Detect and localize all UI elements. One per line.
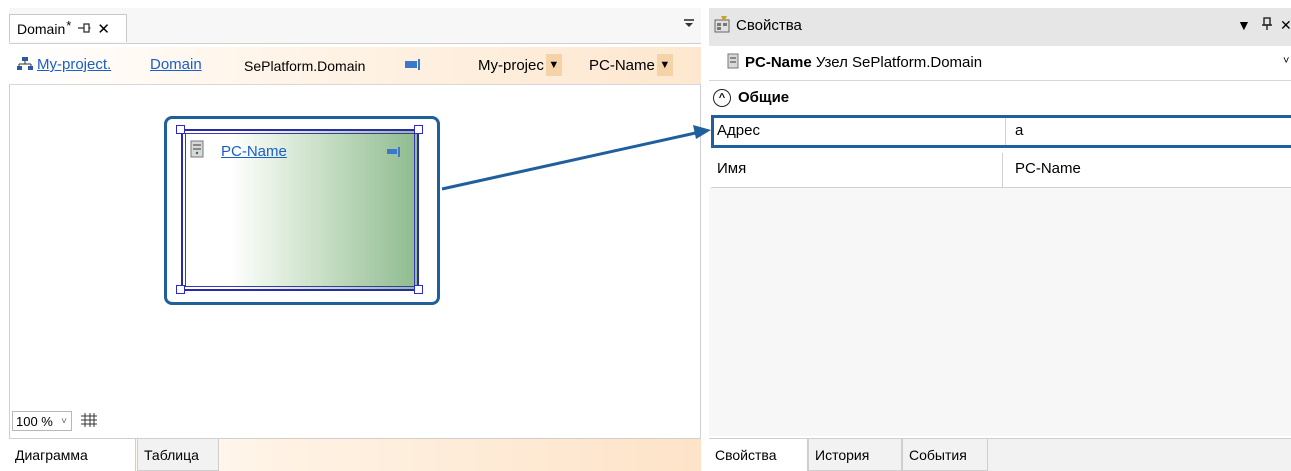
project-combo-value: My-projec — [478, 56, 544, 74]
dropdown-icon[interactable]: ▼ — [1237, 17, 1251, 33]
diagram-document-panel: Domain * ✕ My-project. Domain SePlatform… — [0, 0, 708, 471]
property-row-address[interactable]: Адрес a — [711, 115, 1291, 148]
server-icon — [727, 53, 739, 72]
close-icon[interactable]: ✕ — [1280, 17, 1291, 34]
resize-handle[interactable] — [414, 285, 423, 294]
properties-empty-area — [709, 188, 1291, 436]
domain-type-icon — [404, 58, 422, 75]
unsaved-indicator: * — [66, 18, 72, 33]
node-combo-value: PC-Name — [589, 56, 655, 74]
chevron-down-icon[interactable]: ▼ — [656, 54, 673, 76]
breadcrumb-domain-link[interactable]: Domain — [150, 56, 202, 73]
node-type-icon — [386, 145, 402, 161]
tab-diagram[interactable]: Диаграмма — [9, 439, 136, 471]
panel-splitter[interactable] — [701, 0, 709, 470]
tab-properties[interactable]: Свойства — [709, 439, 808, 471]
chevron-down-icon: ˅ — [61, 415, 67, 427]
properties-title: Свойства — [736, 17, 802, 34]
tab-events-label: События — [909, 446, 967, 463]
tab-properties-label: Свойства — [715, 447, 777, 463]
tab-table[interactable]: Таблица — [137, 439, 219, 471]
resize-handle[interactable] — [414, 125, 423, 134]
breadcrumb-path-text: SePlatform.Domain — [244, 58, 366, 74]
property-name: Имя — [711, 153, 1003, 187]
pin-icon[interactable] — [1261, 17, 1273, 34]
server-icon — [190, 140, 204, 161]
panel-border — [9, 85, 10, 470]
property-value-input[interactable]: a — [1003, 118, 1291, 145]
tab-domain[interactable]: Domain * ✕ — [9, 14, 127, 42]
section-label: Общие — [738, 89, 790, 106]
zoom-select[interactable]: 100 % ˅ — [12, 411, 72, 431]
properties-icon — [713, 15, 733, 36]
project-combo[interactable]: My-projec ▼ — [478, 53, 562, 77]
object-name: PC-Name — [745, 54, 812, 71]
object-type: Узел SePlatform.Domain — [815, 54, 983, 71]
resize-handle[interactable] — [176, 285, 185, 294]
tab-table-label: Таблица — [144, 446, 199, 463]
section-general — [709, 85, 1291, 115]
view-tabstrip: Диаграмма Таблица — [9, 438, 701, 471]
tab-diagram-label: Диаграмма — [15, 447, 88, 463]
tab-history-label: История — [815, 446, 870, 463]
node-name-link[interactable]: PC-Name — [221, 143, 287, 160]
tab-list-menu-icon[interactable] — [678, 16, 700, 38]
node-combo[interactable]: PC-Name ▼ — [589, 53, 673, 77]
property-value-input[interactable]: PC-Name — [1003, 153, 1291, 187]
breadcrumb-project-link[interactable]: My-project. — [37, 56, 111, 73]
close-icon[interactable]: ✕ — [97, 20, 110, 38]
grid-icon[interactable] — [80, 412, 98, 431]
network-icon — [16, 56, 34, 75]
property-name: Адрес — [714, 118, 1006, 145]
zoom-value: 100 % — [16, 413, 53, 429]
chevron-down-icon[interactable]: ▼ — [545, 54, 562, 76]
tab-history[interactable]: История — [808, 439, 902, 471]
properties-tabstrip: Свойства История События — [709, 438, 1291, 471]
tab-events[interactable]: События — [902, 439, 988, 471]
resize-handle[interactable] — [176, 125, 185, 134]
property-row-name[interactable]: Имя PC-Name — [711, 153, 1291, 188]
properties-object-label: PC-Name Узел SePlatform.Domain — [745, 54, 982, 71]
zoom-control: 100 % ˅ — [12, 411, 130, 431]
tab-title: Domain — [17, 20, 66, 37]
pin-icon[interactable] — [77, 21, 91, 37]
diagram-node-border — [185, 133, 415, 287]
chevron-down-icon[interactable]: ˅ — [1283, 55, 1289, 67]
collapse-icon[interactable]: ^ — [713, 89, 731, 107]
